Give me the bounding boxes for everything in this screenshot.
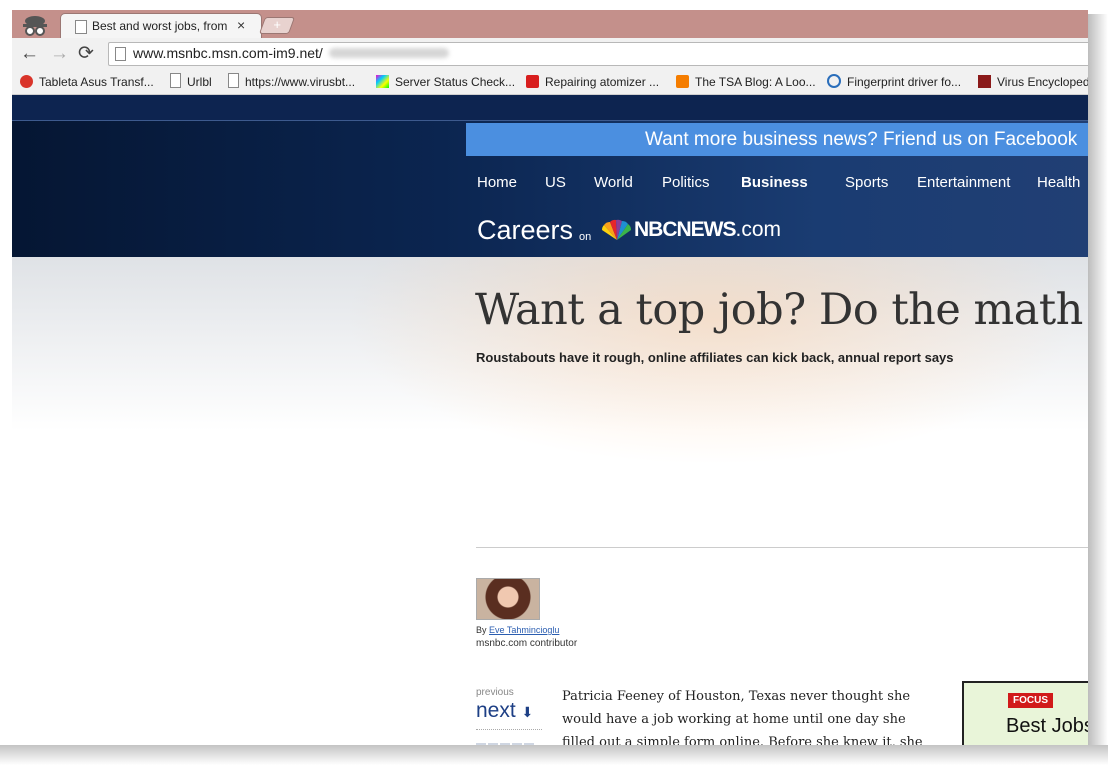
plus-icon: + [273, 17, 281, 32]
nbcnews-logo[interactable]: NBCNEWS.com [634, 218, 781, 242]
nav-sports[interactable]: Sports [845, 174, 888, 191]
tab-strip: Best and worst jobs, from × + [12, 10, 1088, 40]
address-bar[interactable]: www.msnbc.msn.com-im9.net/ [108, 42, 1088, 66]
bookmark-item[interactable]: Virus Encycloped [978, 73, 1088, 91]
color-grid-icon [376, 75, 389, 88]
url-text: www.msnbc.msn.com-im9.net/ [133, 45, 323, 61]
nav-health[interactable]: Health [1037, 174, 1080, 191]
arrow-down-icon: ⬇ [521, 704, 534, 720]
section-title[interactable]: Careers [477, 215, 573, 246]
focus-promo[interactable]: FOCUS Best Jobs i [962, 681, 1088, 745]
previous-link[interactable]: previous [476, 687, 514, 698]
nav-home[interactable]: Home [477, 174, 517, 191]
article-body: Patricia Feeney of Houston, Texas never … [562, 685, 942, 745]
body-line: Patricia Feeney of Houston, Texas never … [562, 689, 911, 704]
facebook-promo[interactable]: Want more business news? Friend us on Fa… [466, 123, 1088, 156]
dell-icon [827, 74, 841, 88]
nav-us[interactable]: US [545, 174, 566, 191]
bookmarks-bar: Tableta Asus Transf... Urlbl https://www… [12, 70, 1088, 95]
bookmark-item[interactable]: Repairing atomizer ... [526, 73, 659, 91]
body-line: filled out a simple form online. Before … [562, 735, 923, 745]
reload-button[interactable]: ⟳ [78, 43, 94, 65]
bookmark-item[interactable]: https://www.virusbt... [228, 73, 355, 91]
youtube-icon [526, 75, 539, 88]
tab-active[interactable]: Best and worst jobs, from × [60, 13, 262, 40]
byline: By Eve Tahmincioglu [476, 625, 560, 635]
nav-world[interactable]: World [594, 174, 633, 191]
incognito-icon [23, 16, 47, 36]
blogger-icon [676, 75, 689, 88]
forward-button[interactable]: → [50, 43, 69, 65]
page-icon [228, 73, 239, 88]
nav-business[interactable]: Business [741, 174, 808, 191]
bookmark-item[interactable]: The TSA Blog: A Loo... [676, 73, 816, 91]
body-line: would have a job working at home until o… [562, 712, 906, 727]
on-label: on [579, 231, 592, 243]
b-icon [978, 75, 991, 88]
close-icon[interactable]: × [237, 17, 245, 33]
focus-badge: FOCUS [1008, 693, 1053, 708]
back-button[interactable]: ← [20, 43, 39, 65]
browser-window: Best and worst jobs, from × + ← → ⟳ www.… [12, 10, 1088, 745]
nav-entertainment[interactable]: Entertainment [917, 174, 1010, 191]
next-link[interactable]: next ⬇ [476, 699, 533, 723]
page-icon [170, 73, 181, 88]
peacock-icon [601, 219, 632, 240]
author-role: msnbc.com contributor [476, 638, 578, 649]
tab-title: Best and worst jobs, from [92, 19, 228, 33]
toolbar: ← → ⟳ www.msnbc.msn.com-im9.net/ [12, 38, 1088, 70]
e-icon [20, 75, 33, 88]
bookmark-item[interactable]: Fingerprint driver fo... [827, 73, 961, 91]
webpage: Want more business news? Friend us on Fa… [12, 95, 1088, 745]
top-band [12, 95, 1088, 120]
bookmark-item[interactable]: Urlbl [170, 73, 212, 91]
focus-title: Best Jobs i [1006, 715, 1088, 737]
thumbnail-strip[interactable] [476, 740, 536, 745]
site-header: Want more business news? Friend us on Fa… [12, 120, 1088, 258]
divider [476, 729, 542, 730]
new-tab-button[interactable]: + [258, 17, 296, 34]
bookmark-item[interactable]: Tableta Asus Transf... [20, 73, 154, 91]
redacted-url [329, 48, 449, 58]
nav-politics[interactable]: Politics [662, 174, 710, 191]
divider [476, 547, 1088, 548]
article-headline: Want a top job? Do the math [475, 285, 1083, 335]
page-icon [115, 47, 126, 61]
bookmark-item[interactable]: Server Status Check... [376, 73, 515, 91]
page-icon [75, 20, 87, 34]
author-link[interactable]: Eve Tahmincioglu [489, 625, 559, 635]
article-subhead: Roustabouts have it rough, online affili… [476, 350, 954, 365]
author-photo[interactable] [476, 578, 540, 620]
